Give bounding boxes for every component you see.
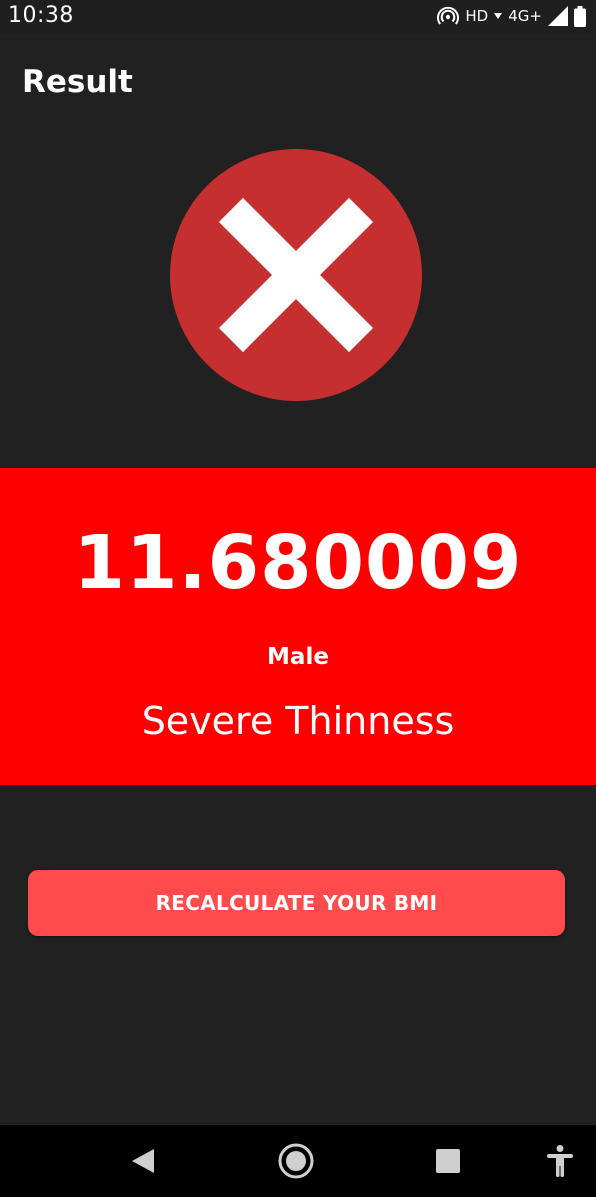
- signal-icon: [548, 6, 568, 26]
- back-button[interactable]: [115, 1125, 171, 1197]
- recents-button[interactable]: [420, 1125, 476, 1197]
- bmi-category: Severe Thinness: [141, 699, 455, 743]
- network-label: HD: [465, 7, 489, 25]
- status-time: 10:38: [8, 3, 74, 28]
- accessibility-button[interactable]: [536, 1125, 584, 1197]
- bmi-value: 11.680009: [73, 520, 523, 606]
- home-button[interactable]: [267, 1125, 325, 1197]
- signal-label: 4G+: [508, 7, 542, 25]
- battery-icon: [574, 5, 586, 27]
- wifi-arrow-icon: [494, 13, 503, 19]
- status-bar: 10:38 HD 4G+: [0, 0, 596, 34]
- app-bar: Result: [0, 34, 596, 134]
- status-icons: HD 4G+: [437, 4, 586, 28]
- gender-label: Male: [267, 644, 329, 670]
- back-icon: [132, 1149, 154, 1173]
- page-title: Result: [22, 64, 133, 100]
- home-icon: [278, 1143, 314, 1179]
- recents-icon: [436, 1149, 460, 1173]
- hotspot-icon: [437, 7, 460, 25]
- accessibility-icon: [547, 1145, 573, 1177]
- error-x-icon: [170, 149, 422, 401]
- result-panel: 11.680009 Male Severe Thinness: [0, 468, 596, 785]
- nav-bar: [0, 1125, 596, 1197]
- recalculate-button[interactable]: RECALCULATE YOUR BMI: [28, 870, 565, 936]
